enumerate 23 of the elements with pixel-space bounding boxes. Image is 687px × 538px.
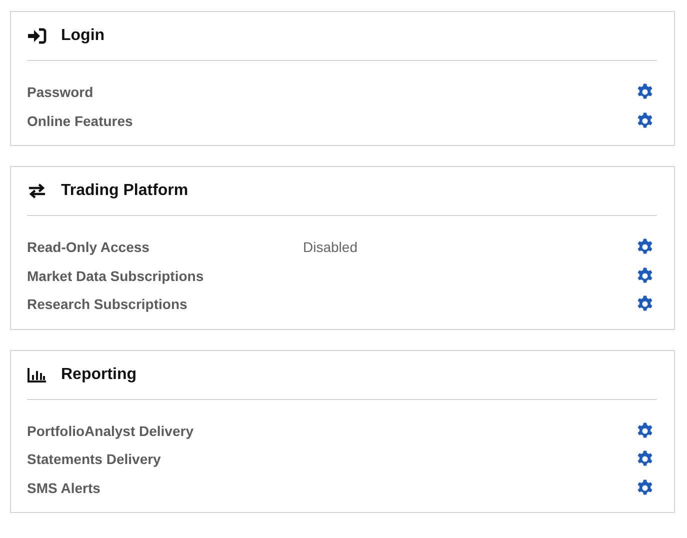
settings-icon[interactable] xyxy=(636,295,654,314)
setting-label: Statements Delivery xyxy=(27,451,162,468)
settings-icon[interactable] xyxy=(636,238,654,256)
settings-icon[interactable] xyxy=(636,112,654,130)
transfer-arrows-icon xyxy=(27,183,47,199)
settings-icon[interactable] xyxy=(636,450,654,468)
setting-label: Market Data Subscriptions xyxy=(27,268,205,284)
setting-label: Online Features xyxy=(27,112,134,129)
setting-value: Disabled xyxy=(303,239,358,256)
section-title: Trading Platform xyxy=(61,182,188,200)
bar-chart-icon xyxy=(27,366,47,382)
setting-label: SMS Alerts xyxy=(27,480,102,496)
settings-icon[interactable] xyxy=(636,478,654,497)
setting-label: PortfolioAnalyst Delivery xyxy=(27,422,194,439)
sign-in-icon xyxy=(27,28,47,44)
section-title: Reporting xyxy=(61,366,137,384)
settings-icon[interactable] xyxy=(636,422,654,440)
section-title: Login xyxy=(61,27,105,45)
setting-label: Read-Only Access xyxy=(27,239,150,256)
settings-icon[interactable] xyxy=(636,266,654,285)
setting-label: Research Subscriptions xyxy=(27,296,188,312)
settings-icon[interactable] xyxy=(636,83,654,102)
setting-label: Password xyxy=(27,84,94,100)
